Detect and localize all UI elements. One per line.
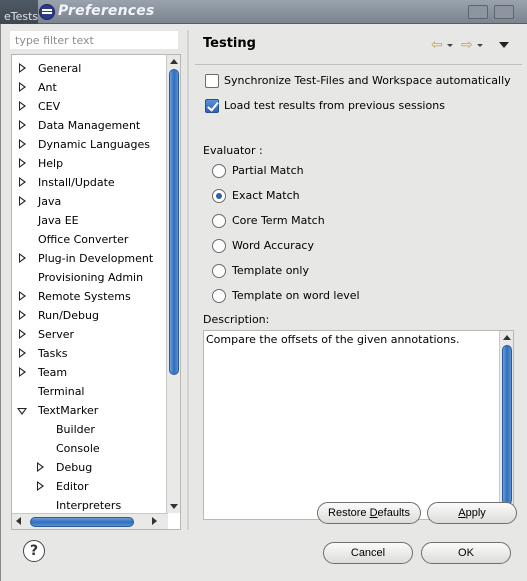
expand-arrow-icon[interactable] xyxy=(19,63,26,73)
expand-arrow-icon[interactable] xyxy=(19,82,26,92)
page-title: Testing xyxy=(203,36,256,51)
tree-item-label: Plug-in Development xyxy=(38,252,154,265)
tree-item-label: Dynamic Languages xyxy=(38,138,151,151)
radio-button[interactable] xyxy=(212,264,226,278)
expand-arrow-icon[interactable] xyxy=(19,310,26,320)
restore-defaults-label-pre: Restore xyxy=(328,507,370,519)
tree-item-label: Provisioning Admin xyxy=(38,271,144,284)
close-button[interactable] xyxy=(494,5,514,19)
help-icon[interactable]: ? xyxy=(23,540,45,562)
tree-item-label: Help xyxy=(38,157,64,170)
expand-arrow-icon[interactable] xyxy=(19,120,26,130)
chevron-down-icon xyxy=(477,44,483,47)
tree-item-label: Java xyxy=(38,195,62,208)
apply-mnemonic: A xyxy=(458,507,466,519)
header-separator xyxy=(195,64,522,65)
evaluator-option-label: Template only xyxy=(232,264,309,277)
evaluator-label: Evaluator : xyxy=(203,144,263,157)
expand-arrow-icon[interactable] xyxy=(19,291,26,301)
expand-arrow-icon[interactable] xyxy=(19,196,26,206)
tree-item-label: General xyxy=(38,62,82,75)
dialog-titlebar[interactable]: Preferences xyxy=(38,0,527,24)
tree-vertical-scroll-thumb[interactable] xyxy=(169,69,179,375)
panel-sash[interactable] xyxy=(187,30,189,530)
view-menu-icon xyxy=(499,42,509,48)
collapse-arrow-icon[interactable] xyxy=(17,408,27,415)
expand-arrow-icon[interactable] xyxy=(19,329,26,339)
expand-arrow-icon[interactable] xyxy=(19,158,26,168)
restore-defaults-label-post: efaults xyxy=(377,507,410,519)
expand-arrow-icon[interactable] xyxy=(19,253,26,263)
sync-checkbox-box[interactable] xyxy=(205,74,219,88)
expand-arrow-icon[interactable] xyxy=(37,462,44,472)
chevron-down-icon xyxy=(447,44,453,47)
tree-item-label: CEV xyxy=(38,100,61,113)
scroll-right-arrow-icon[interactable] xyxy=(152,517,157,525)
tree-item-label: Ant xyxy=(38,81,57,94)
tree-item-label: Console xyxy=(56,442,100,455)
eclipse-icon xyxy=(39,4,55,20)
tree-item-label: TextMarker xyxy=(38,404,99,417)
sync-checkbox-label: Synchronize Test-Files and Workspace aut… xyxy=(224,74,511,87)
cancel-button[interactable]: Cancel xyxy=(323,542,413,564)
tree-item-label: Builder xyxy=(56,423,95,436)
expand-arrow-icon[interactable] xyxy=(19,177,26,187)
load-results-checkbox-box[interactable] xyxy=(205,99,219,113)
radio-button[interactable] xyxy=(212,189,226,203)
tree-item-label: Team xyxy=(38,366,68,379)
description-text: Compare the offsets of the given annotat… xyxy=(206,333,460,346)
radio-button[interactable] xyxy=(212,239,226,253)
description-label: Description: xyxy=(203,313,270,326)
expand-arrow-icon[interactable] xyxy=(19,348,26,358)
restore-defaults-mnemonic: D xyxy=(369,507,378,519)
tree-item-label: Remote Systems xyxy=(38,290,131,303)
radio-button[interactable] xyxy=(212,214,226,228)
expand-arrow-icon[interactable] xyxy=(19,101,26,111)
apply-button[interactable]: Apply xyxy=(427,502,517,524)
tree-item-label: Office Converter xyxy=(38,233,129,246)
scroll-down-arrow-icon[interactable] xyxy=(170,504,178,509)
maximize-button[interactable] xyxy=(468,5,488,19)
tree-item-label: Editor xyxy=(56,480,89,493)
scroll-up-arrow-icon[interactable] xyxy=(170,59,178,64)
evaluator-option-label: Word Accuracy xyxy=(232,239,314,252)
tree-horizontal-scroll-thumb[interactable] xyxy=(30,517,134,527)
tree-item-label: Install/Update xyxy=(38,176,115,189)
evaluator-option-label: Exact Match xyxy=(232,189,300,202)
tree-horizontal-scrollbar[interactable] xyxy=(12,513,168,529)
forward-arrow-icon: ⇨ xyxy=(461,37,473,53)
radio-button[interactable] xyxy=(212,164,226,178)
preference-tree: General Ant CEV Data Management Dynamic Lang… xyxy=(11,54,181,530)
right-panel: Testing ⇦ ⇨ Synchronize Test-Files and W… xyxy=(195,24,522,534)
tree-vertical-scrollbar[interactable] xyxy=(166,55,180,513)
radio-button[interactable] xyxy=(212,289,226,303)
scroll-up-arrow-icon[interactable] xyxy=(503,335,511,340)
tree-item-label: Tasks xyxy=(38,347,68,360)
restore-defaults-button[interactable]: Restore Defaults xyxy=(317,502,421,524)
description-vertical-scrollbar[interactable] xyxy=(499,331,513,519)
description-scroll-thumb[interactable] xyxy=(502,345,512,505)
dialog-title: Preferences xyxy=(58,3,155,19)
tree-item-label: Server xyxy=(38,328,75,341)
tree-item-label: Data Management xyxy=(38,119,141,132)
left-panel: type filter text General Ant CEV Data Manag… xyxy=(9,30,181,530)
tree-item-label: Debug xyxy=(56,461,93,474)
back-arrow-icon: ⇦ xyxy=(431,37,443,53)
apply-label-post: pply xyxy=(465,507,486,519)
evaluator-option-label: Template on word level xyxy=(232,289,360,302)
preferences-dialog: type filter text General Ant CEV Data Manag… xyxy=(0,24,527,581)
scroll-left-arrow-icon[interactable] xyxy=(16,517,21,525)
tree-item-label: Run/Debug xyxy=(38,309,99,322)
ok-button[interactable]: OK xyxy=(421,542,511,564)
expand-arrow-icon[interactable] xyxy=(19,367,26,377)
load-results-checkbox-label: Load test results from previous sessions xyxy=(224,99,445,112)
expand-arrow-icon[interactable] xyxy=(19,139,26,149)
filter-input[interactable]: type filter text xyxy=(9,30,179,50)
tree-item-label: Java EE xyxy=(38,214,79,227)
expand-arrow-icon[interactable] xyxy=(37,481,44,491)
evaluator-option-label: Partial Match xyxy=(232,164,304,177)
description-textarea[interactable]: Compare the offsets of the given annotat… xyxy=(203,330,514,520)
evaluator-option-label: Core Term Match xyxy=(232,214,325,227)
tree-item-label: Terminal xyxy=(38,385,85,398)
